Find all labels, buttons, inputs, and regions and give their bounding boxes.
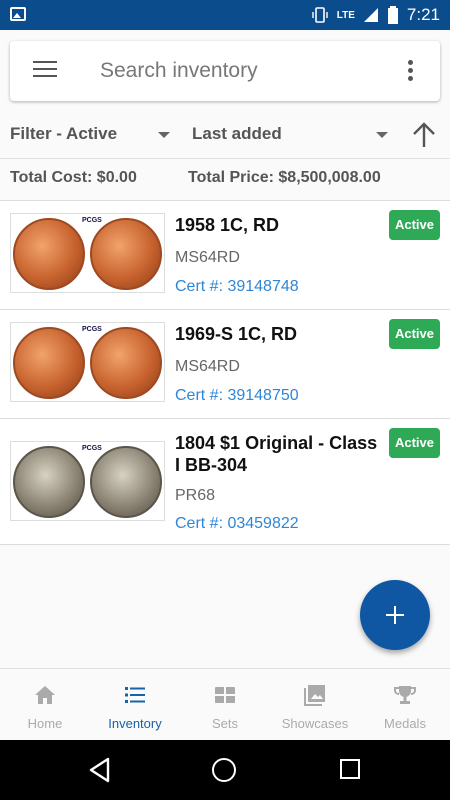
nav-item-label: Showcases bbox=[281, 716, 349, 731]
status-bar: LTE 7:21 bbox=[0, 0, 450, 30]
vibrate-icon bbox=[312, 7, 328, 23]
coin-thumbnail: PCGS bbox=[10, 213, 165, 293]
pcgs-logo: PCGS bbox=[81, 326, 103, 333]
coin-title: 1969-S 1C, RD bbox=[175, 324, 298, 344]
back-icon[interactable] bbox=[88, 757, 112, 783]
search-bar bbox=[10, 41, 440, 101]
signal-icon bbox=[363, 8, 378, 22]
coin-grade: MS64RD bbox=[175, 249, 240, 266]
coin-obverse-image bbox=[13, 218, 85, 290]
coin-grade: MS64RD bbox=[175, 358, 240, 375]
pcgs-logo: PCGS bbox=[81, 445, 103, 452]
inventory-list: PCGS 1958 1C, RD MS64RD Cert #: 39148748… bbox=[0, 200, 450, 545]
filter-dropdown[interactable]: Filter - Active bbox=[10, 124, 170, 148]
total-price: Total Price: $8,500,008.00 bbox=[188, 169, 381, 186]
search-input[interactable] bbox=[100, 55, 380, 87]
pcgs-logo: PCGS bbox=[81, 217, 103, 224]
status-badge: Active bbox=[388, 428, 440, 458]
image-icon bbox=[304, 685, 325, 706]
nav-item-label: Sets bbox=[211, 716, 238, 731]
coin-reverse-image bbox=[90, 327, 162, 399]
status-bar-right: LTE 7:21 bbox=[311, 0, 440, 30]
filter-dropdown-label: Filter - Active bbox=[10, 124, 118, 143]
home-icon bbox=[35, 686, 55, 704]
nav-item-home[interactable]: Home bbox=[0, 669, 90, 740]
add-coin-button[interactable] bbox=[360, 580, 430, 650]
nav-item-label: Inventory bbox=[108, 716, 162, 731]
coin-title: 1804 $1 Original - Class I BB-304 bbox=[175, 433, 378, 475]
coin-obverse-image bbox=[13, 327, 85, 399]
sort-direction-arrow-icon[interactable] bbox=[412, 122, 436, 148]
battery-icon bbox=[387, 6, 398, 24]
list-icon bbox=[125, 687, 145, 703]
totals-row: Total Cost: $0.00 Total Price: $8,500,00… bbox=[0, 158, 450, 198]
coin-thumbnail: PCGS bbox=[10, 322, 165, 402]
more-options-icon[interactable] bbox=[408, 60, 414, 82]
gallery-notification-icon bbox=[10, 7, 26, 21]
coin-title: 1958 1C, RD bbox=[175, 215, 280, 235]
system-navigation-bar bbox=[0, 740, 450, 800]
app-root: LTE 7:21 Filter - Active Last added Tota… bbox=[0, 0, 450, 800]
list-item[interactable]: PCGS 1804 $1 Original - Class I BB-304 P… bbox=[0, 419, 450, 545]
coin-reverse-image bbox=[90, 446, 162, 518]
coin-obverse-image bbox=[13, 446, 85, 518]
cert-number: Cert #: 39148750 bbox=[175, 387, 299, 404]
nav-item-inventory[interactable]: Inventory bbox=[90, 669, 180, 740]
dropdown-arrow-icon bbox=[158, 132, 170, 138]
coin-reverse-image bbox=[90, 218, 162, 290]
clock: 7:21 bbox=[406, 5, 440, 24]
bottom-navigation: Home Inventory Sets Showcases Medals bbox=[0, 668, 450, 740]
status-badge: Active bbox=[388, 319, 440, 349]
network-type: LTE bbox=[336, 9, 355, 21]
nav-item-sets[interactable]: Sets bbox=[180, 669, 270, 740]
sort-dropdown[interactable]: Last added bbox=[192, 124, 388, 148]
home-button-icon[interactable] bbox=[212, 758, 236, 782]
grid-icon bbox=[215, 687, 235, 703]
coin-thumbnail: PCGS bbox=[10, 441, 165, 521]
nav-item-medals[interactable]: Medals bbox=[360, 669, 450, 740]
menu-icon[interactable] bbox=[33, 61, 57, 79]
filter-row: Filter - Active Last added bbox=[0, 112, 450, 158]
nav-item-label: Medals bbox=[384, 716, 426, 731]
list-item[interactable]: PCGS 1969-S 1C, RD MS64RD Cert #: 391487… bbox=[0, 310, 450, 419]
total-cost: Total Cost: $0.00 bbox=[10, 169, 137, 186]
trophy-icon bbox=[394, 686, 416, 704]
list-item[interactable]: PCGS 1958 1C, RD MS64RD Cert #: 39148748… bbox=[0, 201, 450, 310]
status-badge: Active bbox=[388, 210, 440, 240]
cert-number: Cert #: 39148748 bbox=[175, 278, 299, 295]
sort-dropdown-label: Last added bbox=[192, 124, 282, 143]
nav-item-showcases[interactable]: Showcases bbox=[270, 669, 360, 740]
coin-grade: PR68 bbox=[175, 487, 216, 504]
cert-number: Cert #: 03459822 bbox=[175, 515, 299, 532]
dropdown-arrow-icon bbox=[376, 132, 388, 138]
nav-item-label: Home bbox=[27, 716, 63, 731]
recent-apps-icon[interactable] bbox=[340, 759, 360, 779]
